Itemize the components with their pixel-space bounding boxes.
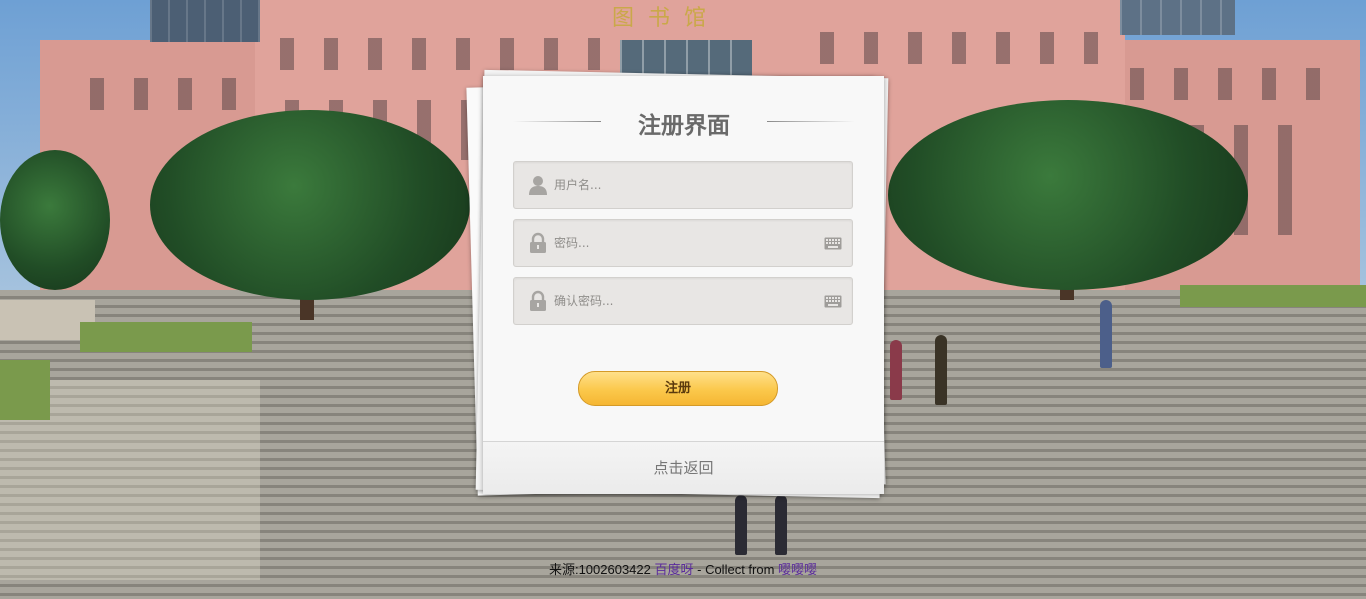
tree-far-left [0, 150, 110, 290]
building-glass-right [1120, 0, 1235, 35]
window-row [820, 32, 1120, 64]
building-sign: 图书馆 [612, 6, 721, 31]
password-field[interactable] [513, 219, 853, 267]
person [1100, 300, 1112, 368]
keyboard-icon[interactable] [824, 237, 842, 250]
credit-middle: - Collect from [693, 562, 779, 577]
person [735, 495, 747, 555]
credit-line: 来源:1002603422 百度呀 - Collect from 嘤嘤嘤 [0, 559, 1366, 578]
page-title: 注册界面 [638, 112, 730, 139]
confirm-password-field[interactable] [513, 277, 853, 325]
lock-icon [530, 232, 546, 253]
tree-left [150, 110, 470, 300]
grass-patch [0, 360, 50, 420]
building-center-window [620, 40, 752, 76]
confirm-password-input[interactable] [554, 290, 814, 312]
back-link[interactable]: 点击返回 [483, 457, 884, 478]
grass-patch [80, 322, 252, 352]
register-button[interactable]: 注册 [578, 371, 778, 406]
register-panel: 注册界面 用户名... 注册 点击返回 [483, 76, 884, 494]
grass-patch [1180, 285, 1366, 307]
window-row [90, 78, 260, 110]
user-icon [529, 176, 547, 195]
password-input[interactable] [554, 232, 814, 254]
credit-prefix: 来源:1002603422 [548, 562, 651, 577]
keyboard-icon[interactable] [824, 295, 842, 308]
panel-footer: 点击返回 [483, 441, 884, 494]
person [775, 495, 787, 555]
username-field[interactable] [513, 161, 853, 209]
username-input[interactable] [554, 174, 814, 196]
title-area: 注册界面 [513, 104, 855, 140]
title-divider-right [767, 121, 855, 122]
tree-right [888, 100, 1248, 290]
person [935, 335, 947, 405]
window-row [280, 38, 600, 70]
building-glass-left [150, 0, 260, 42]
window-row [1130, 68, 1320, 100]
lock-icon [530, 290, 546, 311]
person [890, 340, 902, 400]
credit-link-baidu[interactable]: 百度呀 [655, 562, 694, 577]
credit-link-source[interactable]: 嘤嘤嘤 [778, 562, 817, 577]
